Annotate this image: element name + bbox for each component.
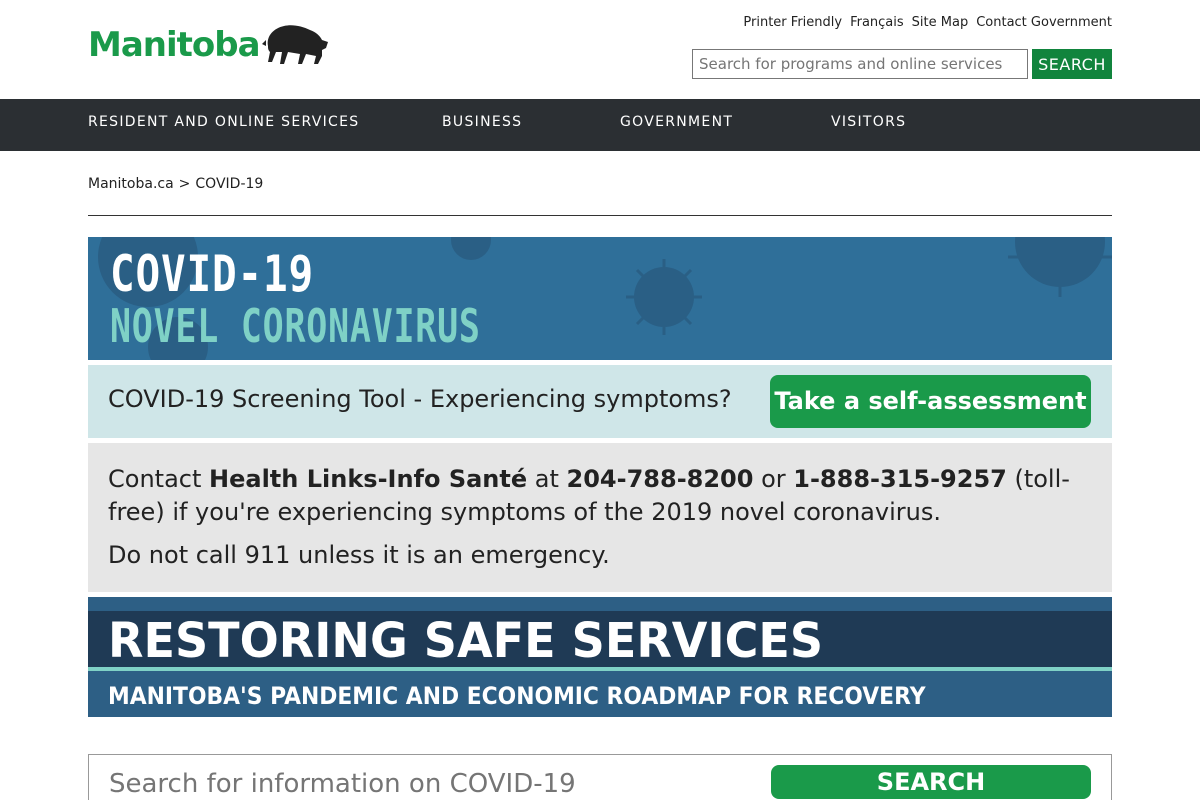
francais-link[interactable]: Français <box>850 15 904 30</box>
logo-wordmark: Manitoba <box>88 25 261 65</box>
banner-stripe <box>88 597 1112 611</box>
nav-item-business[interactable]: BUSINESS <box>442 99 522 151</box>
contact-paragraph: Contact Health Links-Info Santé at 204-7… <box>108 463 1092 529</box>
self-assessment-button[interactable]: Take a self-assessment <box>770 375 1091 428</box>
manitoba-logo[interactable]: Manitoba <box>88 22 330 66</box>
contact-government-link[interactable]: Contact Government <box>976 15 1112 30</box>
screening-tool-text: COVID-19 Screening Tool - Experiencing s… <box>108 385 732 413</box>
covid-search-input[interactable] <box>109 765 749 800</box>
site-header: Manitoba Printer Friendly Français Site … <box>0 0 1200 99</box>
breadcrumb: Manitoba.ca > COVID-19 <box>88 176 263 192</box>
toll-free-phone-number[interactable]: 1-888-315-9257 <box>793 465 1007 493</box>
utility-links: Printer Friendly Français Site Map Conta… <box>743 15 1112 30</box>
nav-item-resident-services[interactable]: RESIDENT AND ONLINE SERVICES <box>88 99 359 151</box>
breadcrumb-home-link[interactable]: Manitoba.ca <box>88 176 174 192</box>
breadcrumb-separator: > <box>178 176 191 192</box>
local-phone-number[interactable]: 204-788-8200 <box>567 465 754 493</box>
site-search-button[interactable]: SEARCH <box>1032 49 1112 79</box>
nav-item-government[interactable]: GOVERNMENT <box>620 99 733 151</box>
site-search-input[interactable] <box>692 49 1028 79</box>
restoring-banner-subtitle: MANITOBA'S PANDEMIC AND ECONOMIC ROADMAP… <box>108 682 926 710</box>
bison-icon <box>261 25 328 64</box>
breadcrumb-current: COVID-19 <box>195 176 264 192</box>
contact-text: Contact <box>108 465 210 493</box>
site-map-link[interactable]: Site Map <box>912 15 969 30</box>
main-nav: RESIDENT AND ONLINE SERVICES BUSINESS GO… <box>0 99 1200 151</box>
covid-banner-subtitle: NOVEL CORONAVIRUS <box>110 299 481 353</box>
covid-search-panel: SEARCH <box>88 754 1112 800</box>
nav-item-visitors[interactable]: VISITORS <box>831 99 906 151</box>
covid-banner-title: COVID-19 <box>110 245 315 303</box>
restoring-services-banner[interactable]: RESTORING SAFE SERVICES MANITOBA'S PANDE… <box>88 597 1112 717</box>
contact-info-panel: Contact Health Links-Info Santé at 204-7… <box>88 443 1112 592</box>
emergency-notice: Do not call 911 unless it is an emergenc… <box>108 541 610 569</box>
restoring-banner-title: RESTORING SAFE SERVICES <box>108 613 824 669</box>
covid-search-button[interactable]: SEARCH <box>771 765 1091 799</box>
breadcrumb-divider <box>88 215 1112 216</box>
printer-friendly-link[interactable]: Printer Friendly <box>743 15 842 30</box>
contact-text: or <box>753 465 794 493</box>
screening-tool-panel: COVID-19 Screening Tool - Experiencing s… <box>88 365 1112 438</box>
covid-banner[interactable]: COVID-19 NOVEL CORONAVIRUS <box>88 237 1112 360</box>
health-links-name: Health Links-Info Santé <box>209 465 528 493</box>
contact-text: at <box>527 465 567 493</box>
